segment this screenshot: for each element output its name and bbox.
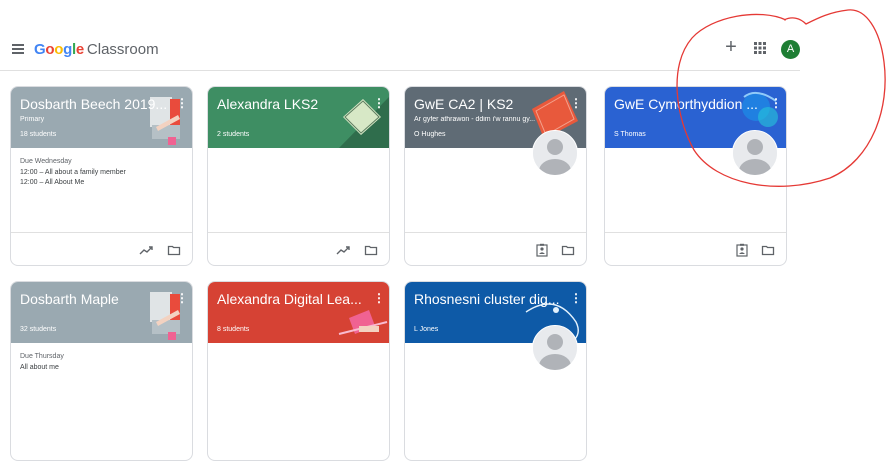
due-label: Due Thursday — [20, 353, 64, 360]
assignment-ind-icon[interactable] — [535, 243, 549, 257]
google-apps-icon[interactable] — [752, 40, 768, 56]
more-options-icon[interactable]: ⋮ — [570, 291, 582, 305]
assignment-link[interactable]: 12:00 – All about a family member — [20, 169, 126, 176]
class-card-alexandra-digital[interactable]: Alexandra Digital Lea... 8 students ⋮ — [207, 281, 390, 461]
class-card-body — [605, 148, 786, 232]
more-options-icon[interactable]: ⋮ — [373, 291, 385, 305]
more-options-icon[interactable]: ⋮ — [770, 96, 782, 110]
class-card-body: Due Thursday All about me — [11, 343, 192, 427]
more-options-icon[interactable]: ⋮ — [176, 96, 188, 110]
class-title[interactable]: Rhosnesni cluster dig... — [414, 291, 564, 307]
class-title[interactable]: Dosbarth Beech 2019... — [20, 96, 170, 112]
class-title[interactable]: GwE Cymorthyddion ... — [614, 96, 764, 112]
class-section: Primary — [20, 116, 45, 123]
more-options-icon[interactable]: ⋮ — [570, 96, 582, 110]
class-card-body — [405, 148, 586, 232]
assignment-link[interactable]: 12:00 – All About Me — [20, 179, 84, 186]
logo-google-text: Google — [34, 41, 84, 58]
trending-up-icon[interactable] — [139, 243, 153, 257]
class-card-rhosnesni-cluster[interactable]: Rhosnesni cluster dig... L Jones ⋮ — [404, 281, 587, 461]
logo-classroom-text: Classroom — [86, 41, 159, 58]
class-card-gwe-ca2-ks2[interactable]: GwE CA2 | KS2 Ar gyfer athrawon - ddim i… — [404, 86, 587, 266]
class-card-gwe-cymorthyddion[interactable]: GwE Cymorthyddion ... S Thomas ⋮ — [604, 86, 787, 266]
class-teacher-name: S Thomas — [614, 131, 646, 138]
class-card-body — [405, 343, 586, 427]
class-teacher-name: L Jones — [414, 326, 439, 333]
class-card-banner[interactable]: Alexandra LKS2 2 students ⋮ — [208, 87, 389, 148]
class-card-body — [208, 343, 389, 427]
class-card-banner[interactable]: Dosbarth Beech 2019... Primary 18 studen… — [11, 87, 192, 148]
more-options-icon[interactable]: ⋮ — [176, 291, 188, 305]
class-card-banner[interactable]: Alexandra Digital Lea... 8 students ⋮ — [208, 282, 389, 343]
class-student-count: 2 students — [217, 131, 250, 138]
class-title[interactable]: Alexandra LKS2 — [217, 96, 367, 112]
google-classroom-logo[interactable]: Google Classroom — [34, 41, 159, 58]
folder-icon[interactable] — [364, 243, 378, 257]
create-join-class-button[interactable]: + — [722, 37, 740, 57]
trending-up-icon[interactable] — [336, 243, 350, 257]
class-student-count: 8 students — [217, 326, 250, 333]
class-card-body — [208, 148, 389, 232]
folder-icon[interactable] — [761, 243, 775, 257]
class-card-footer — [405, 232, 586, 265]
class-title[interactable]: GwE CA2 | KS2 — [414, 96, 564, 112]
class-card-banner[interactable]: Dosbarth Maple 32 students ⋮ — [11, 282, 192, 343]
assignment-ind-icon[interactable] — [735, 243, 749, 257]
class-card-dosbarth-beech[interactable]: Dosbarth Beech 2019... Primary 18 studen… — [10, 86, 193, 266]
due-label: Due Wednesday — [20, 158, 72, 165]
assignment-link[interactable]: All about me — [20, 364, 59, 371]
class-section: Ar gyfer athrawon - ddim i'w rannu gy... — [414, 116, 536, 123]
class-card-alexandra-lks2[interactable]: Alexandra LKS2 2 students ⋮ — [207, 86, 390, 266]
class-card-footer — [11, 232, 192, 265]
class-card-dosbarth-maple[interactable]: Dosbarth Maple 32 students ⋮ Due Thursda… — [10, 281, 193, 461]
class-student-count: 32 students — [20, 326, 57, 333]
class-teacher-name: O Hughes — [414, 131, 446, 138]
top-app-bar: Google Classroom + A — [0, 0, 888, 72]
class-card-body: Due Wednesday 12:00 – All about a family… — [11, 148, 192, 232]
class-card-footer — [605, 232, 786, 265]
account-avatar[interactable]: A — [781, 40, 800, 59]
folder-icon[interactable] — [561, 243, 575, 257]
more-options-icon[interactable]: ⋮ — [373, 96, 385, 110]
folder-icon[interactable] — [167, 243, 181, 257]
class-title[interactable]: Dosbarth Maple — [20, 291, 170, 307]
header-divider — [0, 70, 800, 71]
class-title[interactable]: Alexandra Digital Lea... — [217, 291, 367, 307]
class-card-footer — [208, 232, 389, 265]
main-menu-icon[interactable] — [12, 44, 24, 54]
class-student-count: 18 students — [20, 131, 57, 138]
